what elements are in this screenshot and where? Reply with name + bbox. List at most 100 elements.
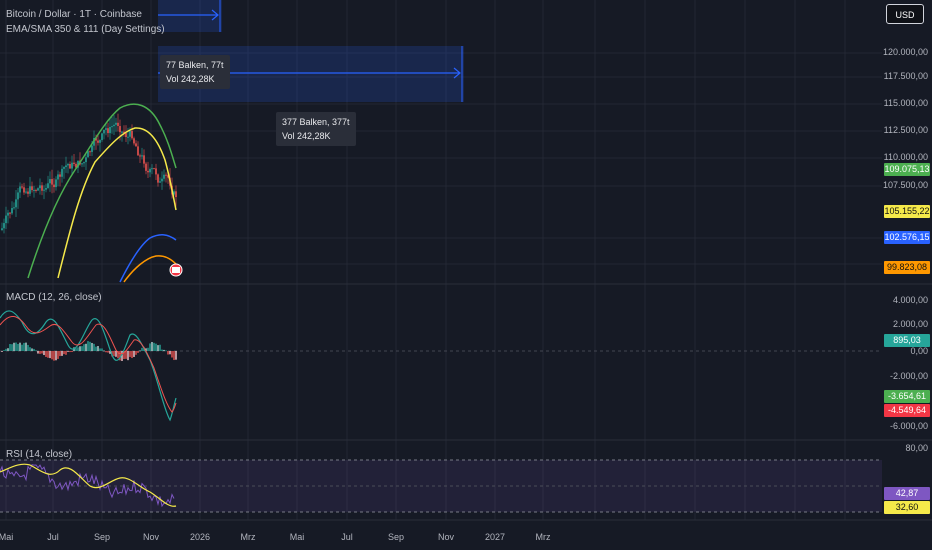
macd-hist-bar <box>155 343 157 351</box>
macd-legend[interactable]: MACD (12, 26, close) <box>6 292 102 303</box>
measure-box-small[interactable] <box>158 0 222 32</box>
macd-hist-bar <box>67 351 69 352</box>
candle-body <box>163 174 165 179</box>
rsi-legend[interactable]: RSI (14, close) <box>6 449 72 460</box>
candle-body <box>73 162 75 164</box>
candle-body <box>41 185 43 191</box>
macd-hist-bar <box>31 348 33 351</box>
candle-body <box>27 191 29 194</box>
macd-hist-bar <box>151 342 153 351</box>
macd-hist-bar <box>115 351 117 357</box>
time-axis-label: 2027 <box>484 532 506 542</box>
candle-body <box>91 145 93 152</box>
macd-hist-bar <box>135 351 137 355</box>
macd-axis-label: 2.000,00 <box>892 319 928 329</box>
time-axis-label: Mai <box>289 532 305 542</box>
candle-body <box>1 228 3 230</box>
candle-body <box>125 133 127 138</box>
macd-hist-bar <box>65 351 67 355</box>
candle-body <box>119 126 121 133</box>
macd-hist-bar <box>113 351 115 357</box>
macd-hist-bar <box>7 348 9 351</box>
macd-hist-bar <box>133 351 135 357</box>
price-axis-label: 117.500,00 <box>883 71 928 81</box>
candle-body <box>113 124 115 127</box>
macd-hist-bar <box>93 343 95 351</box>
price-tag-ema-green: 109.075,13 <box>884 163 930 176</box>
candle-body <box>63 167 65 169</box>
macd-hist-bar <box>125 351 127 359</box>
indicator-legend[interactable]: EMA/SMA 350 & 111 (Day Settings) <box>6 24 165 35</box>
candle-body <box>35 189 37 191</box>
macd-signal-tag: -4.549,64 <box>884 404 930 417</box>
macd-axis-label: -6.000,00 <box>889 421 928 431</box>
candle-body <box>37 188 39 191</box>
macd-hist-bar <box>127 351 129 361</box>
candle-body <box>165 174 167 176</box>
us-event-flag-inner <box>172 267 180 273</box>
candle-body <box>139 155 141 157</box>
price-tag-sma-yellow: 105.155,22 <box>884 205 930 218</box>
candle-body <box>117 122 119 127</box>
macd-hist-bar <box>79 346 81 351</box>
macd-hist-bar <box>95 346 97 351</box>
macd-hist-bar <box>159 344 161 351</box>
macd-hist-bar <box>77 347 79 351</box>
chart-canvas[interactable] <box>0 0 932 550</box>
macd-axis-label: 0,00 <box>910 346 928 356</box>
price-axis-label: 120.000,00 <box>882 47 928 57</box>
candle-body <box>131 130 133 139</box>
macd-hist-bar <box>15 342 17 351</box>
macd-hist-bar <box>139 350 141 352</box>
candle-body <box>9 212 11 214</box>
measure-tooltip-large-vol: Vol 242,28K <box>282 131 331 141</box>
candle-body <box>39 185 41 189</box>
candle-body <box>115 122 117 125</box>
candle-body <box>83 162 85 164</box>
macd-hist-bar <box>51 351 53 360</box>
price-tag-ema-orange: 99.823,08 <box>884 261 930 274</box>
candle-body <box>3 223 5 229</box>
candle-body <box>33 189 35 191</box>
time-axis-label: Jul <box>47 532 59 542</box>
macd-hist-bar <box>107 351 109 353</box>
candle-body <box>175 191 177 198</box>
currency-button[interactable]: USD <box>886 4 924 24</box>
time-axis-label: Nov <box>142 532 160 542</box>
candle-body <box>143 155 145 164</box>
candle-body <box>53 184 55 188</box>
macd-hist-bar <box>101 348 103 351</box>
rsi-ma-tag: 32,60 <box>884 501 930 514</box>
candle-body <box>159 181 161 183</box>
macd-hist-bar <box>105 351 107 353</box>
macd-hist-bar <box>69 351 71 353</box>
candle-body <box>109 126 111 134</box>
candle-body <box>133 138 135 144</box>
time-axis-label: Mai <box>0 532 14 542</box>
time-axis-label: Sep <box>93 532 111 542</box>
candle-body <box>135 143 137 147</box>
macd-hist-bar <box>47 351 49 358</box>
candle-body <box>25 191 27 193</box>
macd-hist-bar <box>85 343 87 351</box>
time-axis-label: Mrz <box>240 532 256 542</box>
candle-body <box>67 163 69 166</box>
macd-hist-bar <box>153 342 155 351</box>
candle-body <box>99 140 101 143</box>
candle-body <box>89 151 91 153</box>
macd-hist-bar <box>157 345 159 351</box>
macd-hist-bar <box>63 351 65 355</box>
macd-hist-bar <box>55 351 57 361</box>
candle-body <box>7 212 9 216</box>
macd-hist-bar <box>149 343 151 351</box>
candle-body <box>141 155 143 157</box>
macd-axis-label: -2.000,00 <box>889 371 928 381</box>
macd-hist-bar <box>61 351 63 356</box>
symbol-title[interactable]: Bitcoin / Dollar · 1T · Coinbase <box>6 9 142 20</box>
macd-hist-bar <box>141 347 143 351</box>
macd-signal-line <box>0 316 177 413</box>
macd-hist-bar <box>9 344 11 351</box>
candle-body <box>59 174 61 177</box>
macd-hist-bar <box>35 350 37 352</box>
candle-body <box>161 178 163 182</box>
